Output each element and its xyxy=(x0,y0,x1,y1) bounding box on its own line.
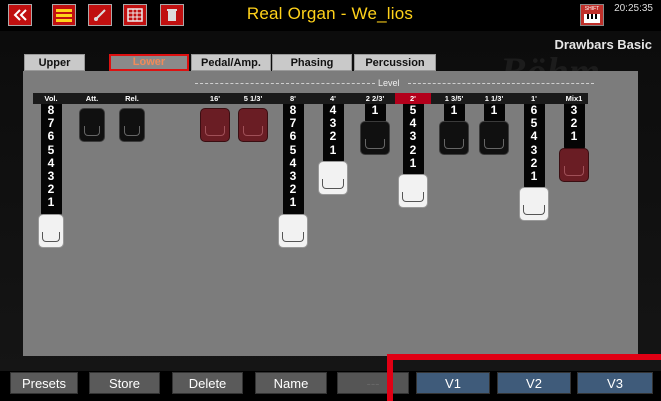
drawbar-number: 6 xyxy=(47,129,55,144)
drawbar-stem-2: 54321 xyxy=(402,103,424,176)
drawbar-number: 1 xyxy=(450,103,458,117)
menu-icon xyxy=(56,9,72,22)
page-title: Real Organ - We_lios xyxy=(246,4,414,23)
store-button[interactable]: Store xyxy=(89,372,160,394)
drawbar-1-3-5[interactable] xyxy=(439,121,469,156)
drawbar-vol[interactable] xyxy=(38,213,64,248)
name-button[interactable]: Name xyxy=(255,372,327,394)
highlight-frame-left xyxy=(387,354,393,401)
drawbar-number: 1 xyxy=(47,195,55,210)
drawbar-mix1[interactable] xyxy=(559,147,589,182)
drawbar-number: 4 xyxy=(530,129,538,144)
drawbar-att[interactable] xyxy=(79,108,105,142)
highlight-frame-top xyxy=(387,354,661,360)
empty-slot-button: --- xyxy=(337,372,409,394)
drawbar-1[interactable] xyxy=(519,187,549,222)
drawbar-label-rel: Rel. xyxy=(125,94,139,103)
drawbar-stem-vol: 87654321 xyxy=(40,103,62,216)
drawbar-rel[interactable] xyxy=(119,108,145,142)
level-divider-left xyxy=(195,83,375,84)
drawbar-8[interactable] xyxy=(278,213,308,248)
shift-button[interactable]: SHIFT xyxy=(580,4,604,26)
level-label: Level xyxy=(378,78,400,88)
menu-button[interactable] xyxy=(52,4,76,26)
drawbar-number: 1 xyxy=(490,103,498,117)
keyboard-icon xyxy=(584,14,600,23)
drawbar-stem-1: 654321 xyxy=(523,103,545,190)
drawbar-label-att: Att. xyxy=(85,94,99,103)
drawbar-2[interactable] xyxy=(398,174,428,208)
trash-icon xyxy=(167,9,177,21)
page-subtitle: Drawbars Basic xyxy=(554,37,652,52)
drawbar-16[interactable] xyxy=(200,108,230,142)
drawbar-number: 5 xyxy=(289,142,297,157)
drawbar-stem-mix1: 321 xyxy=(563,103,585,150)
drawbar-stem-4: 4321 xyxy=(322,103,344,163)
double-chevron-left-icon xyxy=(13,9,27,21)
delete-preset-button[interactable]: Delete xyxy=(172,372,243,394)
drawbar-number: 1 xyxy=(409,155,417,170)
edit-button[interactable] xyxy=(88,4,112,26)
drawbar-number: 3 xyxy=(409,129,417,144)
drawbar-label-5-1-3: 5 1/3' xyxy=(243,94,263,103)
drawbar-number: 2 xyxy=(409,142,417,157)
drawbar-number: 1 xyxy=(530,169,538,184)
drawbar-number: 1 xyxy=(371,103,379,117)
v3-button[interactable]: V3 xyxy=(577,372,653,394)
edit-set-button[interactable] xyxy=(123,4,147,26)
delete-button[interactable] xyxy=(160,4,184,26)
tab-percussion[interactable]: Percussion xyxy=(354,54,436,71)
drawbar-number: 5 xyxy=(47,142,55,157)
drawbar-stem-8: 87654321 xyxy=(282,103,304,216)
drawbar-number: 1 xyxy=(289,195,297,210)
drawbar-number: 1 xyxy=(329,142,337,157)
tab-phasing[interactable]: Phasing xyxy=(272,54,352,71)
clock: 20:25:35 xyxy=(614,3,653,14)
drawbar-5-1-3[interactable] xyxy=(238,108,268,142)
presets-button[interactable]: Presets xyxy=(10,372,78,394)
drawbar-number: 2 xyxy=(329,129,337,144)
grid-icon xyxy=(127,8,143,22)
tab-lower[interactable]: Lower xyxy=(109,54,189,71)
drawbar-number: 3 xyxy=(530,142,538,157)
v1-button[interactable]: V1 xyxy=(416,372,490,394)
drawbar-4[interactable] xyxy=(318,160,348,195)
edit-icon xyxy=(94,9,106,21)
drawbar-2-2-3[interactable] xyxy=(360,121,390,156)
level-divider-right xyxy=(408,83,594,84)
v2-button[interactable]: V2 xyxy=(497,372,571,394)
drawbar-label-16: 16' xyxy=(209,94,221,103)
tab-pedal-amp[interactable]: Pedal/Amp. xyxy=(191,54,271,71)
drawbar-1-1-3[interactable] xyxy=(479,121,509,156)
back-button[interactable] xyxy=(8,4,32,26)
drawbar-number: 6 xyxy=(289,129,297,144)
drawbar-number: 1 xyxy=(570,129,578,144)
tab-upper[interactable]: Upper xyxy=(24,54,85,71)
